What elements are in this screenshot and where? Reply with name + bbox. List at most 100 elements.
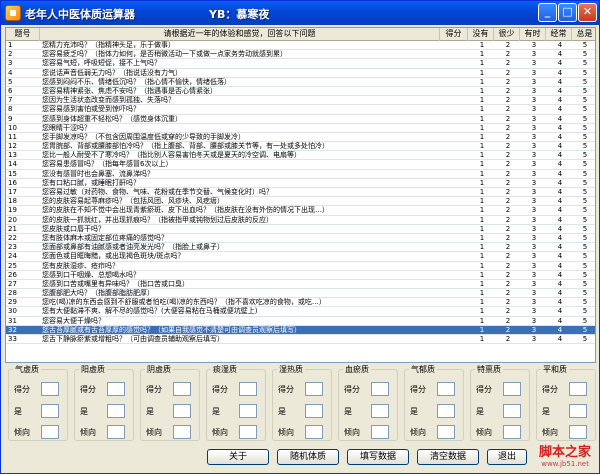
group-yes-field[interactable] (371, 404, 389, 418)
row-option-value[interactable]: 3 (527, 96, 541, 105)
group-tendency-field[interactable] (569, 425, 587, 439)
table-row[interactable]: 18 您的皮肤容易起荨麻疹吗？（包括风团、风疹块、风疙瘩） 1 2 3 4 5 (6, 197, 595, 207)
row-option-value[interactable]: 5 (578, 298, 592, 307)
header-never[interactable]: 没有 (468, 28, 494, 41)
row-option-value[interactable]: 4 (553, 78, 567, 87)
row-option-value[interactable]: 4 (553, 252, 567, 261)
row-option-value[interactable]: 5 (578, 307, 592, 316)
group-yes-field[interactable] (503, 404, 521, 418)
row-option-value[interactable]: 3 (527, 50, 541, 59)
row-option-value[interactable]: 1 (475, 69, 489, 78)
row-option-value[interactable]: 5 (578, 160, 592, 169)
row-option-value[interactable]: 2 (501, 234, 515, 243)
group-score-field[interactable] (503, 382, 521, 396)
row-option-value[interactable]: 3 (527, 243, 541, 252)
row-option-value[interactable]: 2 (501, 197, 515, 206)
group-tendency-field[interactable] (107, 425, 125, 439)
row-option-value[interactable]: 2 (501, 41, 515, 50)
row-option-value[interactable]: 3 (527, 78, 541, 87)
row-option-value[interactable]: 4 (553, 179, 567, 188)
row-option-value[interactable]: 2 (501, 69, 515, 78)
group-tendency-field[interactable] (239, 425, 257, 439)
title-bar[interactable]: 老年人中医体质运算器 YB：慕寒夜 _ □ ✕ (1, 1, 599, 25)
table-row[interactable]: 9 您感到身体超重不轻松吗？（感觉身体沉重） 1 2 3 4 5 (6, 115, 595, 124)
row-option-value[interactable]: 5 (578, 243, 592, 252)
group-score-field[interactable] (305, 382, 323, 396)
row-option-value[interactable]: 5 (578, 115, 592, 124)
row-option-value[interactable]: 2 (501, 225, 515, 234)
row-option-value[interactable]: 5 (578, 179, 592, 188)
row-option-value[interactable]: 5 (578, 105, 592, 114)
row-option-value[interactable]: 5 (578, 87, 592, 96)
group-score-field[interactable] (173, 382, 191, 396)
row-option-value[interactable]: 3 (527, 188, 541, 197)
row-option-value[interactable]: 1 (475, 87, 489, 96)
row-option-value[interactable]: 4 (553, 59, 567, 68)
row-option-value[interactable]: 4 (553, 69, 567, 78)
row-option-value[interactable]: 3 (527, 335, 541, 344)
group-score-field[interactable] (239, 382, 257, 396)
minimize-button[interactable]: _ (538, 3, 557, 22)
row-option-value[interactable]: 2 (501, 216, 515, 225)
row-option-value[interactable]: 2 (501, 179, 515, 188)
table-row[interactable]: 21 您皮肤或口唇干吗？ 1 2 3 4 5 (6, 225, 595, 234)
row-option-value[interactable]: 2 (501, 160, 515, 169)
row-option-value[interactable]: 3 (527, 133, 541, 142)
row-option-value[interactable]: 5 (578, 262, 592, 271)
row-option-value[interactable]: 1 (475, 252, 489, 261)
row-option-value[interactable]: 4 (553, 234, 567, 243)
group-score-field[interactable] (371, 382, 389, 396)
row-option-value[interactable]: 1 (475, 142, 489, 151)
row-option-value[interactable]: 1 (475, 206, 489, 215)
row-option-value[interactable]: 1 (475, 105, 489, 114)
row-option-value[interactable]: 5 (578, 50, 592, 59)
group-yes-field[interactable] (107, 404, 125, 418)
row-option-value[interactable]: 1 (475, 262, 489, 271)
table-row[interactable]: 16 您有口粘口腻，或睡眠打鼾吗？ 1 2 3 4 5 (6, 179, 595, 188)
group-yes-field[interactable] (41, 404, 59, 418)
row-option-value[interactable]: 4 (553, 298, 567, 307)
row-option-value[interactable]: 3 (527, 271, 541, 280)
row-option-value[interactable]: 2 (501, 170, 515, 179)
row-option-value[interactable]: 4 (553, 170, 567, 179)
table-row[interactable]: 14 您容易患感冒吗？（指每年感冒6次以上） 1 2 3 4 5 (6, 160, 595, 170)
row-option-value[interactable]: 4 (553, 289, 567, 298)
group-yes-field[interactable] (437, 404, 455, 418)
row-option-value[interactable]: 1 (475, 234, 489, 243)
row-option-value[interactable]: 5 (578, 170, 592, 179)
row-option-value[interactable]: 2 (501, 289, 515, 298)
table-row[interactable]: 4 您说话声音低弱无力吗？（指说话没有力气） 1 2 3 4 5 (6, 69, 595, 78)
row-option-value[interactable]: 2 (501, 307, 515, 316)
row-option-value[interactable]: 5 (578, 271, 592, 280)
table-row[interactable]: 7 您因为生活状态改变而感到孤独、失落吗？ 1 2 3 4 5 (6, 96, 595, 106)
row-option-value[interactable]: 4 (553, 133, 567, 142)
table-row[interactable]: 28 您腹部肥大吗？（指腹部脂肪肥厚） 1 2 3 4 5 (6, 289, 595, 299)
row-option-value[interactable]: 4 (553, 87, 567, 96)
row-option-value[interactable]: 2 (501, 243, 515, 252)
row-option-value[interactable]: 2 (501, 133, 515, 142)
header-sometimes[interactable]: 有时 (520, 28, 546, 41)
row-option-value[interactable]: 2 (501, 280, 515, 289)
row-option-value[interactable]: 5 (578, 234, 592, 243)
row-option-value[interactable]: 3 (527, 87, 541, 96)
table-row[interactable]: 32 您舌苔厚腻或有舌苔厚厚的感觉吗？（如果自我感觉不清楚可由调查员观察后填写） 1… (6, 325, 595, 335)
clear-data-button[interactable]: 清空数据 (417, 449, 479, 465)
row-option-value[interactable]: 5 (578, 317, 592, 326)
row-option-value[interactable]: 1 (475, 307, 489, 316)
row-option-value[interactable]: 1 (475, 179, 489, 188)
group-yes-field[interactable] (569, 404, 587, 418)
row-option-value[interactable]: 4 (553, 105, 567, 114)
row-option-value[interactable]: 4 (553, 326, 567, 335)
header-no[interactable]: 题号 (6, 28, 40, 41)
row-option-value[interactable]: 4 (553, 271, 567, 280)
table-row[interactable]: 25 您有皮肤湿疹、疮疖吗？ 1 2 3 4 5 (6, 262, 595, 271)
row-option-value[interactable]: 2 (501, 151, 515, 160)
group-tendency-field[interactable] (173, 425, 191, 439)
row-option-value[interactable]: 5 (578, 225, 592, 234)
row-option-value[interactable]: 3 (527, 105, 541, 114)
row-option-value[interactable]: 5 (578, 216, 592, 225)
row-option-value[interactable]: 4 (553, 151, 567, 160)
row-option-value[interactable]: 5 (578, 280, 592, 289)
table-row[interactable]: 26 您感到口干咽燥、总想喝水吗？ 1 2 3 4 5 (6, 271, 595, 280)
group-yes-field[interactable] (173, 404, 191, 418)
